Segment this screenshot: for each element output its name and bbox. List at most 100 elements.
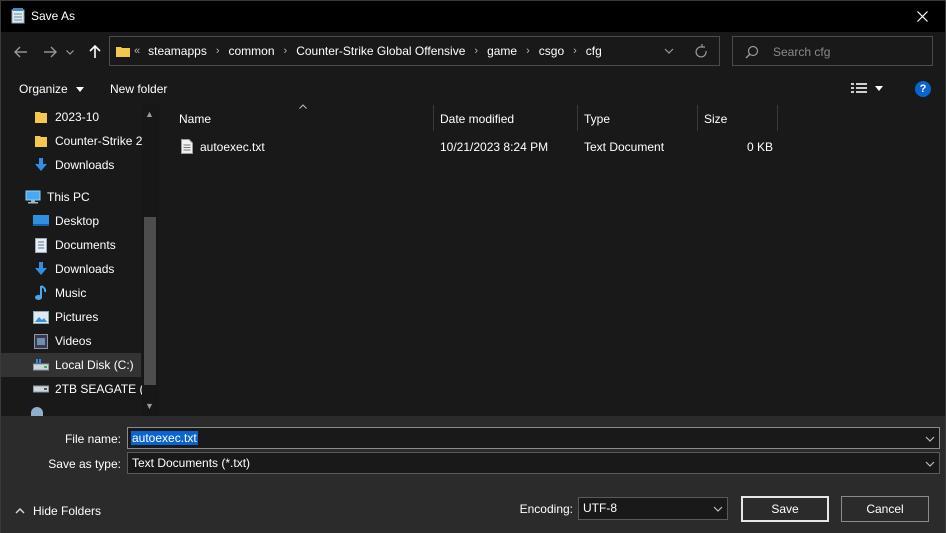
- notepad-icon: [11, 8, 25, 24]
- nav-item-downloads-quick[interactable]: Downloads: [1, 153, 141, 177]
- pictures-icon: [33, 309, 49, 325]
- details-view-icon: [851, 83, 867, 93]
- file-type: Text Document: [584, 140, 665, 154]
- nav-item-label: 2023-10: [55, 110, 100, 124]
- organize-label: Organize: [19, 82, 68, 96]
- nav-item-label: 2TB SEAGATE (E:: [55, 382, 155, 396]
- new-folder-button[interactable]: New folder: [110, 82, 167, 96]
- nav-item-this-pc[interactable]: This PC: [1, 185, 141, 209]
- chevron-down-icon[interactable]: [925, 459, 935, 469]
- save-options-panel: File name: autoexec.txt Save as type: Te…: [1, 416, 945, 533]
- chevron-down-icon[interactable]: [925, 434, 935, 444]
- nav-item-local-disk-c[interactable]: Local Disk (C:): [1, 353, 141, 377]
- nav-item-videos[interactable]: Videos: [1, 329, 141, 353]
- cancel-button[interactable]: Cancel: [841, 496, 929, 522]
- encoding-value: UTF-8: [583, 501, 617, 515]
- folder-icon: [33, 133, 49, 149]
- network-icon: [31, 407, 43, 416]
- column-header-type[interactable]: Type: [578, 105, 698, 131]
- drive-icon: [33, 357, 49, 373]
- hide-folders-label: Hide Folders: [33, 504, 102, 518]
- column-header-label: Type: [584, 112, 611, 126]
- nav-item-2023-10[interactable]: 2023-10: [1, 105, 141, 129]
- save-as-type-label: Save as type:: [48, 457, 121, 471]
- scroll-down-icon[interactable]: ▼: [145, 401, 154, 411]
- view-options-button[interactable]: [851, 82, 883, 94]
- hide-folders-button[interactable]: Hide Folders: [15, 504, 101, 518]
- file-name: autoexec.txt: [200, 140, 265, 154]
- file-row[interactable]: autoexec.txt 10/21/2023 8:24 PM Text Doc…: [175, 137, 775, 157]
- column-header-date-modified[interactable]: Date modified: [434, 105, 578, 131]
- breadcrumb-item[interactable]: game: [487, 44, 517, 58]
- organize-button[interactable]: Organize: [19, 82, 85, 96]
- forward-button[interactable]: [39, 41, 61, 63]
- nav-item-2tb-seagate[interactable]: 2TB SEAGATE (E:: [1, 377, 155, 401]
- documents-icon: [33, 237, 49, 253]
- file-name-value: autoexec.txt: [131, 431, 198, 445]
- chevron-up-icon: [15, 508, 25, 514]
- nav-item-music[interactable]: Music: [1, 281, 141, 305]
- nav-item-desktop[interactable]: Desktop: [1, 209, 141, 233]
- nav-item-label: Music: [55, 286, 87, 300]
- videos-icon: [33, 333, 49, 349]
- breadcrumb-chevron-icon[interactable]: ›: [284, 45, 288, 57]
- save-as-type-select[interactable]: Text Documents (*.txt): [127, 452, 940, 474]
- search-icon: [745, 45, 759, 59]
- breadcrumb-chevron-icon[interactable]: ›: [526, 45, 530, 57]
- nav-item-pictures[interactable]: Pictures: [1, 305, 141, 329]
- breadcrumb-item[interactable]: cfg: [586, 44, 602, 58]
- chevron-down-icon: [875, 85, 883, 91]
- navigation-pane: 2023-10 Counter-Strike 2 Downloads This …: [1, 105, 159, 416]
- breadcrumb-chevron-icon[interactable]: ›: [474, 45, 478, 57]
- nav-item-downloads[interactable]: Downloads: [1, 257, 141, 281]
- scrollbar-thumb[interactable]: [144, 217, 156, 385]
- file-date-modified: 10/21/2023 8:24 PM: [440, 140, 549, 154]
- column-header-label: Name: [179, 112, 212, 126]
- up-arrow-icon: [89, 45, 101, 58]
- breadcrumb-chevron-icon[interactable]: ›: [573, 45, 577, 57]
- save-as-dialog: Save As « steamapps › common › Counter-S…: [0, 0, 946, 533]
- breadcrumb-overflow[interactable]: «: [134, 45, 140, 57]
- nav-item-documents[interactable]: Documents: [1, 233, 141, 257]
- back-button[interactable]: [10, 41, 32, 63]
- nav-item-counter-strike-2[interactable]: Counter-Strike 2: [1, 129, 142, 153]
- file-name-input[interactable]: autoexec.txt: [127, 427, 940, 449]
- nav-item-label: Downloads: [55, 158, 115, 172]
- recent-locations-button[interactable]: [63, 41, 77, 63]
- up-button[interactable]: [84, 41, 106, 63]
- refresh-icon[interactable]: [695, 46, 707, 58]
- breadcrumb-item[interactable]: common: [229, 44, 275, 58]
- address-history-chevron-icon[interactable]: [664, 48, 674, 54]
- nav-item-label: Local Disk (C:): [55, 358, 134, 372]
- drive-icon: [33, 381, 49, 397]
- text-file-icon: [181, 139, 193, 154]
- navigation-pane-scrollbar[interactable]: ▲ ▼: [142, 105, 159, 416]
- help-button[interactable]: ?: [915, 81, 931, 97]
- command-bar: Organize New folder ?: [1, 73, 945, 105]
- search-placeholder: Search cfg: [773, 45, 831, 59]
- close-button[interactable]: [899, 1, 945, 32]
- chevron-down-icon[interactable]: [713, 504, 723, 514]
- window-title: Save As: [31, 9, 76, 23]
- address-bar[interactable]: « steamapps › common › Counter-Strike Gl…: [109, 36, 720, 66]
- breadcrumb-item[interactable]: steamapps: [148, 44, 207, 58]
- save-button[interactable]: Save: [741, 496, 829, 522]
- column-header-size[interactable]: Size: [698, 105, 778, 131]
- column-header-label: Date modified: [440, 112, 515, 126]
- address-controls: [664, 44, 707, 58]
- column-header-label: Size: [704, 112, 728, 126]
- download-icon: [33, 261, 49, 277]
- nav-item-label: Videos: [55, 334, 92, 348]
- forward-arrow-icon: [44, 46, 57, 58]
- search-box[interactable]: Search cfg: [732, 36, 933, 66]
- column-header-name[interactable]: Name: [173, 104, 434, 131]
- encoding-select[interactable]: UTF-8: [578, 497, 728, 520]
- chevron-down-icon: [76, 87, 85, 93]
- scroll-up-icon[interactable]: ▲: [145, 109, 154, 119]
- title-bar: Save As: [1, 1, 945, 32]
- breadcrumb-item[interactable]: Counter-Strike Global Offensive: [296, 44, 465, 58]
- breadcrumb-chevron-icon[interactable]: ›: [216, 45, 220, 57]
- close-icon: [916, 11, 928, 22]
- chevron-down-icon: [66, 49, 74, 55]
- breadcrumb-item[interactable]: csgo: [539, 44, 564, 58]
